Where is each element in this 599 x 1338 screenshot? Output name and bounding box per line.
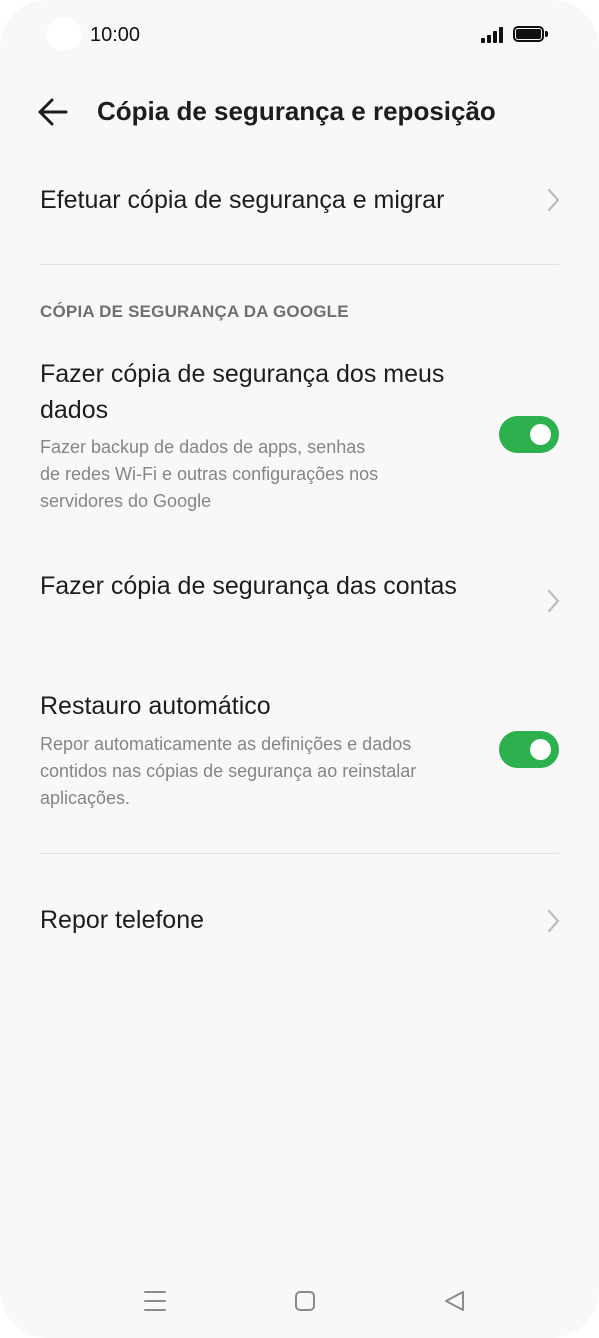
phone-screen: 10:00 Cópia de segurança e reposição Efe…: [0, 0, 599, 1338]
backup-my-data-label-line1: Fazer cópia de segurança dos meus: [40, 360, 445, 388]
chevron-right-icon: [547, 589, 560, 613]
menu-icon: [144, 1291, 166, 1311]
backup-and-migrate-item[interactable]: Efetuar cópia de segurança e migrar: [0, 170, 599, 230]
backup-my-data-description-line3: servidores do Google: [40, 491, 212, 511]
toggle-knob: [530, 739, 551, 760]
reset-phone-label: Repor telefone: [40, 906, 205, 934]
front-camera-cutout: [47, 17, 81, 51]
status-time: 10:00: [90, 24, 141, 46]
divider: [40, 853, 559, 854]
backup-my-data-description-line2: de redes Wi-Fi e outras configurações no…: [40, 464, 379, 484]
backup-accounts-item[interactable]: Fazer cópia de segurança das contas: [0, 560, 599, 630]
auto-restore-toggle[interactable]: [499, 731, 559, 768]
divider: [40, 264, 559, 265]
page-title: Cópia de segurança e reposição: [97, 96, 496, 126]
auto-restore-description-line3: aplicações.: [40, 788, 131, 808]
status-bar: 10:00: [0, 0, 599, 70]
recent-apps-button[interactable]: [137, 1286, 173, 1316]
auto-restore-label: Restauro automático: [40, 692, 271, 720]
section-header-google-backup: CÓPIA DE SEGURANÇA DA GOOGLE: [40, 302, 349, 321]
backup-and-migrate-label: Efetuar cópia de segurança e migrar: [40, 186, 445, 214]
back-nav-button[interactable]: [437, 1286, 473, 1316]
backup-my-data-toggle[interactable]: [499, 416, 559, 453]
reset-phone-item[interactable]: Repor telefone: [0, 892, 599, 952]
navigation-bar: [0, 1270, 599, 1330]
auto-restore-description-line1: Repor automaticamente as definições e da…: [40, 734, 412, 754]
backup-my-data-item[interactable]: Fazer cópia de segurança dos meus dados …: [0, 350, 599, 520]
backup-my-data-label-line2: dados: [40, 396, 109, 424]
app-header: Cópia de segurança e reposição: [0, 82, 599, 142]
home-button[interactable]: [287, 1286, 323, 1316]
back-button[interactable]: [30, 92, 76, 132]
battery-full-icon: [513, 26, 549, 44]
auto-restore-item[interactable]: Restauro automático Repor automaticament…: [0, 682, 599, 822]
arrow-left-icon: [38, 98, 68, 126]
signal-bars-icon: [481, 27, 507, 43]
backup-accounts-label: Fazer cópia de segurança das contas: [40, 572, 457, 600]
toggle-knob: [530, 424, 551, 445]
chevron-right-icon: [547, 188, 560, 212]
home-square-icon: [295, 1291, 315, 1311]
chevron-right-icon: [547, 909, 560, 933]
backup-my-data-description-line1: Fazer backup de dados de apps, senhas: [40, 437, 366, 457]
back-triangle-icon: [445, 1291, 464, 1311]
auto-restore-description-line2: contidos nas cópias de segurança ao rein…: [40, 761, 417, 781]
